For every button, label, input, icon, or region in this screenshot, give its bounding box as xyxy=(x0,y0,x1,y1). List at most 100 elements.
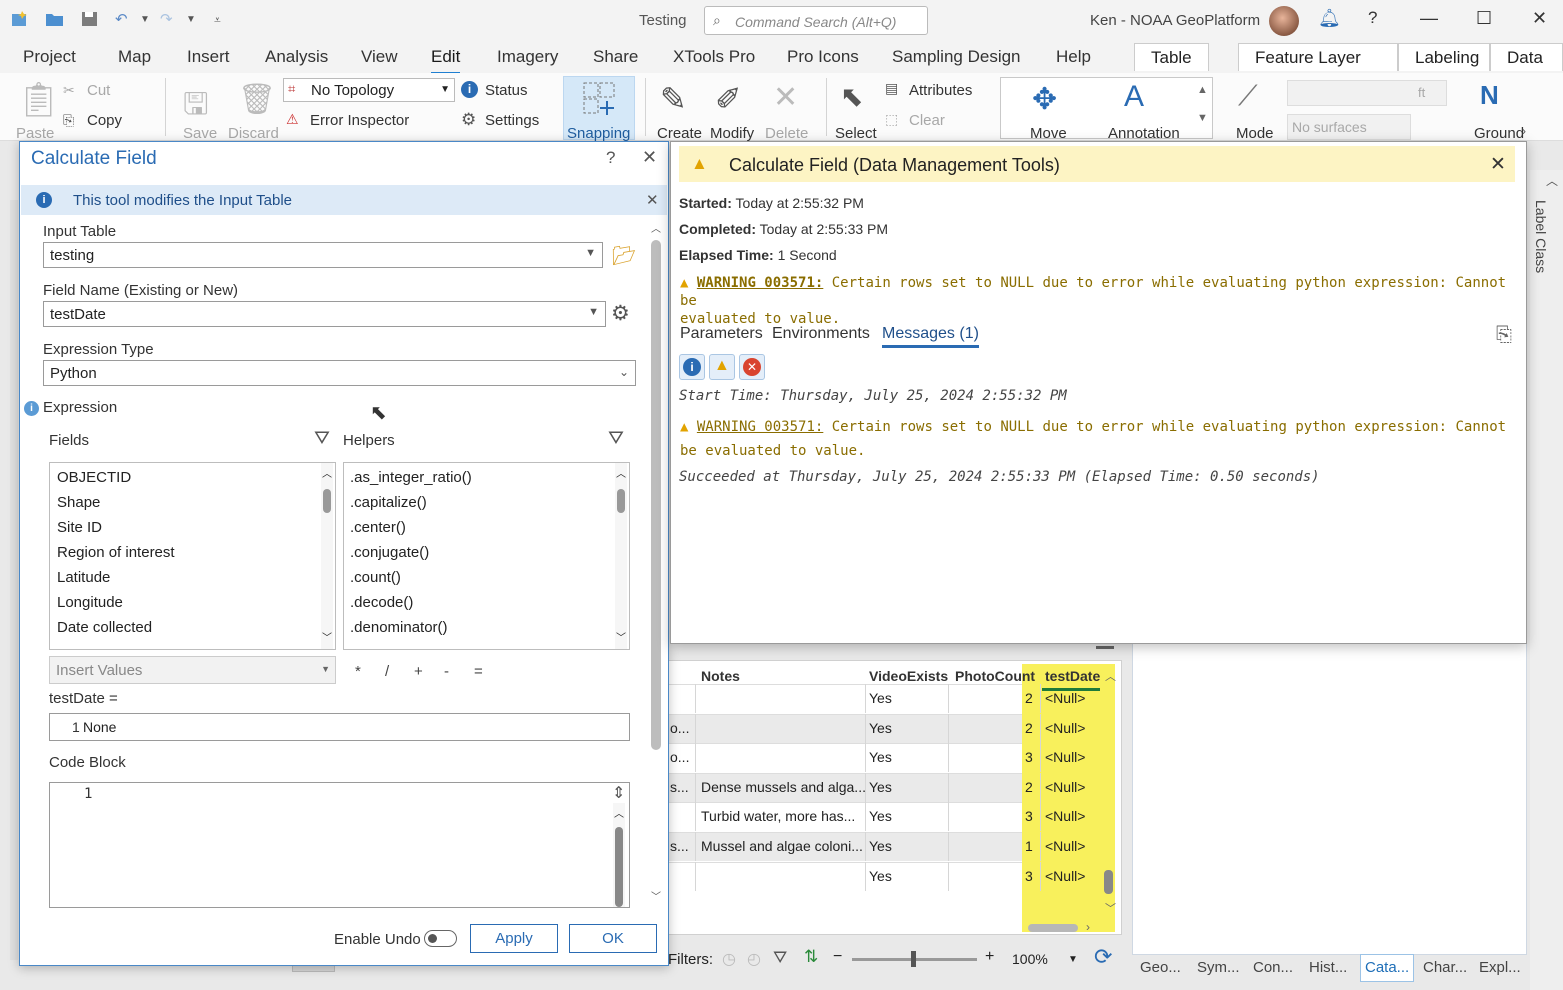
expression-editor[interactable]: 1 None xyxy=(49,713,630,741)
scroll-thumb[interactable] xyxy=(615,827,623,907)
tab-sampling-design[interactable]: Sampling Design xyxy=(892,47,1021,67)
field-list-item[interactable]: Shape xyxy=(57,490,175,515)
avatar[interactable] xyxy=(1269,6,1299,36)
label-class-tab[interactable]: Label Class xyxy=(1533,200,1549,273)
helper-list-item[interactable]: .as_integer_ratio() xyxy=(350,465,472,490)
tab-table[interactable]: Table xyxy=(1134,43,1209,71)
command-search-input[interactable]: ⌕ Command Search (Alt+Q) xyxy=(704,6,928,35)
operator-minus-button[interactable]: - xyxy=(444,663,449,680)
zoom-level[interactable]: 100% xyxy=(1012,951,1048,967)
gallery-scroll-up-icon[interactable]: ▲ xyxy=(1197,84,1208,96)
cell-testdate[interactable]: <Null> xyxy=(1045,749,1085,765)
settings-button[interactable]: Settings xyxy=(485,112,539,129)
fields-scrollbar[interactable]: ︿ ﹀ xyxy=(321,463,333,649)
cell-testdate[interactable]: <Null> xyxy=(1045,808,1085,824)
expression-info-icon[interactable]: i xyxy=(24,401,39,416)
tab-insert[interactable]: Insert xyxy=(187,47,230,67)
tab-share[interactable]: Share xyxy=(593,47,638,67)
table-vertical-scrollbar[interactable] xyxy=(1104,870,1113,894)
scroll-thumb[interactable] xyxy=(617,489,625,513)
topology-select[interactable]: ⌗ No Topology ▼ xyxy=(283,78,455,102)
zoom-dropdown-icon[interactable]: ▼ xyxy=(1068,954,1078,965)
save-edits-button[interactable]: Save xyxy=(183,125,217,142)
filter-table-icon[interactable]: ⛛ xyxy=(773,948,787,968)
helpers-filter-icon[interactable]: ⛛ xyxy=(608,428,624,450)
cell-testdate[interactable]: <Null> xyxy=(1045,779,1085,795)
collapse-chevron-icon[interactable]: ︿ xyxy=(1546,172,1558,189)
cell-videoexists[interactable]: Yes xyxy=(869,690,892,706)
tab-edit[interactable]: Edit xyxy=(431,47,461,75)
helpers-scrollbar[interactable]: ︿ ﹀ xyxy=(615,463,627,649)
cell-number[interactable]: 3 xyxy=(1025,808,1033,824)
create-button[interactable]: Create xyxy=(657,125,702,142)
close-window-icon[interactable]: ✕ xyxy=(1532,8,1547,29)
cell-videoexists[interactable]: Yes xyxy=(869,749,892,765)
field-settings-gear-icon[interactable]: ⚙ xyxy=(611,301,630,326)
tab-messages[interactable]: Messages (1) xyxy=(882,325,979,348)
dialog-scroll-down-icon[interactable]: ﹀ xyxy=(651,888,661,903)
tab-analysis[interactable]: Analysis xyxy=(265,47,328,67)
tab-imagery[interactable]: Imagery xyxy=(497,47,558,67)
cut-button[interactable]: Cut xyxy=(87,82,110,99)
operator-plus-button[interactable]: + xyxy=(414,663,423,680)
helper-list-item[interactable]: .center() xyxy=(350,515,472,540)
copy-messages-icon[interactable]: ⎘ xyxy=(1496,324,1512,347)
attributes-button[interactable]: Attributes xyxy=(909,82,972,99)
dialog-scroll-up-icon[interactable]: ︿ xyxy=(651,220,661,235)
mode-button[interactable]: Mode xyxy=(1236,125,1274,142)
tab-parameters[interactable]: Parameters xyxy=(680,325,763,343)
code-block-editor[interactable]: 1 ⇕ ︿ xyxy=(49,782,630,908)
cell-testdate[interactable]: <Null> xyxy=(1045,690,1085,706)
helper-list-item[interactable]: .capitalize() xyxy=(350,490,472,515)
info-filter-button[interactable]: i xyxy=(679,354,705,380)
cell-number[interactable]: 2 xyxy=(1025,690,1033,706)
operator-equals-button[interactable]: = xyxy=(474,663,483,680)
tab-xtools-pro[interactable]: XTools Pro xyxy=(673,47,755,67)
tab-history[interactable]: Hist... xyxy=(1309,959,1347,976)
cell-fragment[interactable]: o... xyxy=(670,749,689,765)
table-row[interactable] xyxy=(668,862,1022,891)
zoom-in-button[interactable]: + xyxy=(985,948,994,966)
snapping-button[interactable]: Snapping xyxy=(563,76,635,142)
helper-list-item[interactable]: .decode() xyxy=(350,590,472,615)
discard-button[interactable]: Discard xyxy=(228,125,279,142)
redo-dropdown-icon[interactable]: ▼ xyxy=(186,14,196,25)
scroll-up-icon[interactable]: ︿ xyxy=(322,465,332,480)
clear-button[interactable]: Clear xyxy=(909,112,945,129)
expression-type-select[interactable]: Python ⌄ xyxy=(43,360,636,386)
cell-fragment[interactable]: s... xyxy=(670,838,689,854)
tab-help[interactable]: Help xyxy=(1056,47,1091,67)
tab-pro-icons[interactable]: Pro Icons xyxy=(787,47,859,67)
save-project-icon[interactable] xyxy=(80,10,100,32)
annotation-button[interactable]: Annotation xyxy=(1108,125,1180,142)
tab-chart[interactable]: Char... xyxy=(1423,959,1467,976)
cell-number[interactable]: 1 xyxy=(1025,838,1033,854)
cell-testdate[interactable]: <Null> xyxy=(1045,868,1085,884)
error-filter-button[interactable]: ✕ xyxy=(739,354,765,380)
tab-feature-layer[interactable]: Feature Layer xyxy=(1238,43,1398,71)
minimize-icon[interactable]: — xyxy=(1420,8,1438,29)
sort-toggle-icon[interactable]: ⇅ xyxy=(804,947,818,967)
field-list-item[interactable]: Latitude xyxy=(57,565,175,590)
table-scroll-up-icon[interactable]: ︿ xyxy=(1105,668,1116,684)
tab-symbology[interactable]: Sym... xyxy=(1197,959,1240,976)
copy-button[interactable]: Copy xyxy=(87,112,122,129)
field-list-item[interactable]: Region of interest xyxy=(57,540,175,565)
helper-list-item[interactable]: .conjugate() xyxy=(350,540,472,565)
cell-videoexists[interactable]: Yes xyxy=(869,868,892,884)
select-button[interactable]: Select xyxy=(835,125,877,142)
cell-testdate[interactable]: <Null> xyxy=(1045,838,1085,854)
field-list-item[interactable]: Longitude xyxy=(57,590,175,615)
tab-geoprocessing[interactable]: Geo... xyxy=(1140,959,1181,976)
cell-number[interactable]: 2 xyxy=(1025,720,1033,736)
cell-fragment[interactable]: s... xyxy=(670,779,689,795)
fields-filter-icon[interactable]: ⛛ xyxy=(314,428,330,450)
modify-button[interactable]: Modify xyxy=(710,125,754,142)
ground-button[interactable]: Ground xyxy=(1474,125,1524,142)
table-scroll-down-icon[interactable]: ﹀ xyxy=(1105,900,1116,916)
scroll-up-icon[interactable]: ︿ xyxy=(614,805,624,820)
operator-multiply-button[interactable]: * xyxy=(355,663,361,680)
cell-fragment[interactable]: o... xyxy=(670,720,689,736)
cell-number[interactable]: 3 xyxy=(1025,749,1033,765)
code-scrollbar[interactable]: ︿ xyxy=(613,803,625,907)
